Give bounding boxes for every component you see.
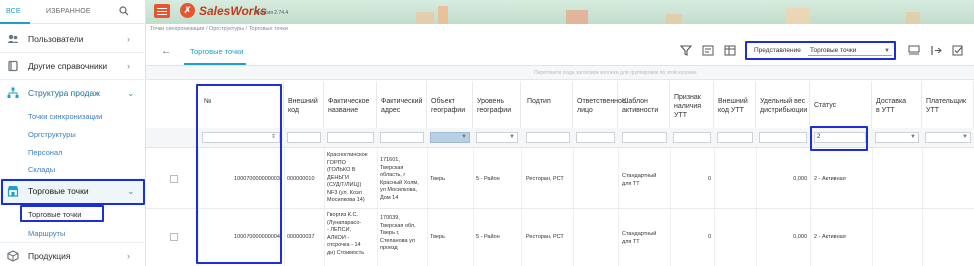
checklist-icon[interactable] <box>952 45 964 56</box>
sidebar: ВСЕ ИЗБРАННОЕ Пользователи › Другие спра… <box>0 0 146 266</box>
filter-has-utt[interactable] <box>673 132 711 143</box>
header-decoration <box>666 14 682 24</box>
cell-actual-address: 171601, Тверская область, г Красный Холм… <box>380 157 419 201</box>
tab-all[interactable]: ВСЕ <box>6 8 21 15</box>
table-settings-icon[interactable] <box>724 45 736 56</box>
header-decoration <box>906 12 920 24</box>
highlight-box-sidebar-trade-points <box>1 179 145 205</box>
filter-geo-object[interactable]: ▼ <box>430 132 470 143</box>
caret-down-icon: ▼ <box>461 134 467 140</box>
org-structure-icon <box>7 87 19 98</box>
sidebar-item-users[interactable]: Пользователи › <box>0 26 146 52</box>
filter-actual-address[interactable] <box>380 132 424 143</box>
sidebar-subitem-personnel[interactable]: Персонал <box>28 148 62 157</box>
filter-icon[interactable] <box>680 45 692 56</box>
chevron-right-icon: › <box>127 34 130 44</box>
active-tab-indicator <box>184 63 246 65</box>
cell-actual-name: Гворгиз К.С. (Лунапарасо- - ЛЕПСИ, АЛКОИ… <box>327 212 365 256</box>
back-arrow-icon[interactable]: ← <box>161 45 172 57</box>
header-decoration <box>438 6 448 24</box>
app-header: ✗ SalesWorks Версия 2.74.4 <box>146 0 974 24</box>
header-decoration <box>566 10 588 24</box>
cell-subtype: Ресторан, РСТ <box>526 234 564 240</box>
book-icon <box>8 60 18 72</box>
filter-payer-utt[interactable]: ▼ <box>925 132 971 143</box>
header-decoration <box>786 8 810 24</box>
columns-icon[interactable] <box>930 45 942 56</box>
cell-actual-name: Красноглинское ГОРПО (ГОЛЬКО В ДЕНЬГИ (С… <box>327 152 368 203</box>
cell-status: 2 - Активная <box>814 176 846 182</box>
highlight-box-view-selector <box>745 41 896 60</box>
breadcrumb[interactable]: Точки синхронизации / Оргструктуры / Тор… <box>150 26 288 32</box>
cell-geo-object: Тверь <box>430 176 445 182</box>
cell-distribution-weight: 0,000 <box>793 176 807 182</box>
sidebar-item-other-references[interactable]: Другие справочники › <box>0 53 146 79</box>
app-version: Версия 2.74.4 <box>256 10 289 16</box>
cell-activity-template: Стандартный для ТТ <box>622 173 657 187</box>
cell-geo-object: Тверь <box>430 234 445 240</box>
chevron-down-icon: ⌄ <box>127 87 135 98</box>
sidebar-subitem-sync-points[interactable]: Точки синхронизации <box>28 112 102 121</box>
cell-distribution-weight: 0,000 <box>793 234 807 240</box>
sidebar-tabs: ВСЕ ИЗБРАННОЕ <box>0 0 145 24</box>
cell-geo-level: 5 - Район <box>476 234 500 240</box>
cell-has-utt: 0 <box>707 176 711 182</box>
filter-list-icon[interactable] <box>702 45 714 56</box>
row-checkbox[interactable] <box>170 175 178 183</box>
cell-actual-address: 170039, Тверская обл, Тверь г, Степанова… <box>380 215 416 251</box>
highlight-box-status-filter <box>810 126 868 151</box>
highlight-box-subitem-trade-points <box>20 205 104 222</box>
cell-status: 2 - Активная <box>814 234 846 240</box>
sidebar-item-sales-structure[interactable]: Структура продаж ⌄ <box>0 80 146 106</box>
cell-external-code: 000000010 <box>287 176 315 182</box>
tab-favorites[interactable]: ИЗБРАННОЕ <box>46 8 91 15</box>
filter-delivery-to-utt[interactable]: ▼ <box>875 132 919 143</box>
row-checkbox[interactable] <box>170 233 178 241</box>
search-icon[interactable] <box>119 6 129 16</box>
chevron-right-icon: › <box>127 251 130 261</box>
cell-activity-template: Стандартный для ТТ <box>622 231 657 245</box>
sidebar-subitem-warehouses[interactable]: Склады <box>28 165 55 174</box>
filter-responsible[interactable] <box>576 132 615 143</box>
logo-icon: ✗ <box>180 3 195 18</box>
filter-subtype[interactable] <box>526 132 570 143</box>
box-icon <box>7 250 19 262</box>
sidebar-subitem-routes[interactable]: Маршруты <box>28 229 65 238</box>
sidebar-item-products[interactable]: Продукция › <box>0 243 146 266</box>
sidebar-subitem-org-structures[interactable]: Оргструктуры <box>28 130 76 139</box>
cell-external-code: 000000037 <box>287 234 315 240</box>
cell-subtype: Ресторан, РСТ <box>526 176 564 182</box>
tab-bar: ← Торговые точки Представление Торговые … <box>146 36 974 66</box>
active-tab-indicator <box>0 22 30 24</box>
menu-button[interactable] <box>154 4 170 18</box>
group-by-hint: Перетяните сюда заголовок колонки для гр… <box>146 66 974 80</box>
layout-icon[interactable] <box>908 45 920 56</box>
chevron-right-icon: › <box>127 61 130 71</box>
tab-trade-points[interactable]: Торговые точки <box>190 47 243 56</box>
filter-activity-template[interactable] <box>622 132 667 143</box>
header-decoration <box>416 12 434 24</box>
filter-external-code[interactable] <box>287 132 321 143</box>
trade-points-grid: Перетяните сюда заголовок колонки для гр… <box>146 66 974 266</box>
filter-distribution-weight[interactable] <box>759 132 807 143</box>
users-icon <box>7 34 19 43</box>
cell-has-utt: 0 <box>707 234 711 240</box>
caret-down-icon: ▼ <box>509 134 515 140</box>
caret-down-icon: ▼ <box>962 134 968 140</box>
highlight-box-number-column <box>196 84 282 264</box>
filter-geo-level[interactable]: ▼ <box>476 132 518 143</box>
cell-geo-level: 5 - Район <box>476 176 500 182</box>
filter-utt-external-code[interactable] <box>717 132 753 143</box>
caret-down-icon: ▼ <box>910 134 916 140</box>
filter-actual-name[interactable] <box>327 132 374 143</box>
